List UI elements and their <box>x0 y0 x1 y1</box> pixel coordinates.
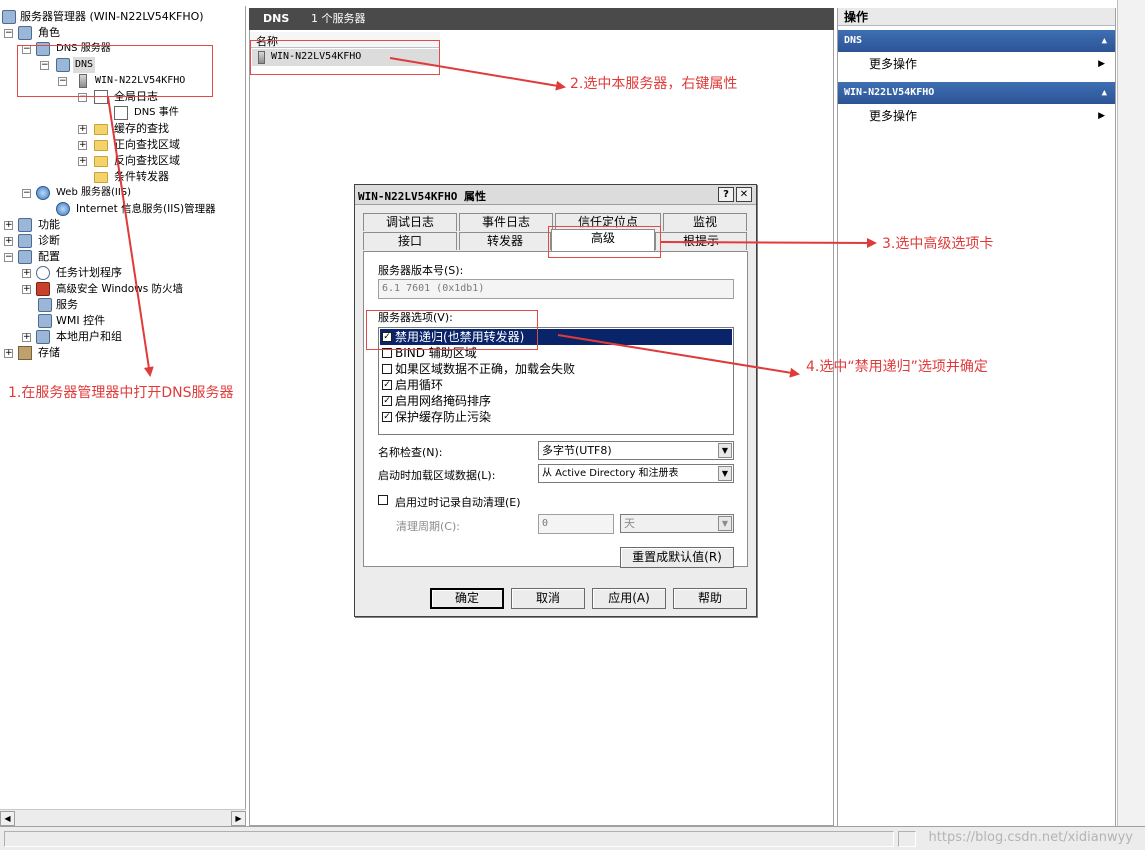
expand-icon[interactable]: + <box>4 237 13 246</box>
results-title: DNS <box>263 12 290 25</box>
option-round-robin[interactable]: ✓ 启用循环 <box>380 377 732 393</box>
tab-advanced[interactable]: 高级 <box>551 229 655 251</box>
period-label: 清理周期(C): <box>396 520 460 533</box>
option-netmask-ordering[interactable]: ✓ 启用网络掩码排序 <box>380 393 732 409</box>
expand-icon[interactable]: + <box>4 349 13 358</box>
iis-manager-icon <box>56 202 70 216</box>
name-check-label: 名称检查(N): <box>378 446 443 459</box>
expand-icon[interactable]: + <box>78 141 87 150</box>
expand-icon[interactable]: + <box>78 125 87 134</box>
expand-icon[interactable]: + <box>78 157 87 166</box>
collapse-icon[interactable]: − <box>4 29 13 38</box>
event-log-icon <box>114 106 128 120</box>
tab-event-log[interactable]: 事件日志 <box>459 213 553 231</box>
wmi-icon <box>38 314 52 328</box>
tab-monitoring[interactable]: 监视 <box>663 213 747 231</box>
window-edge <box>1117 0 1145 826</box>
more-actions-dns[interactable]: 更多操作 ▶ <box>838 52 1115 76</box>
status-segment <box>4 831 894 847</box>
dialog-titlebar[interactable]: WIN-N22LV54KFHO 属性 ? ✕ <box>355 185 756 205</box>
reset-defaults-button[interactable]: 重置成默认值(R) <box>620 547 734 568</box>
submenu-arrow-icon: ▶ <box>1098 111 1105 121</box>
actions-pane: 操作 DNS ▲ 更多操作 ▶ WIN-N22LV54KFHO ▲ 更多操作 ▶ <box>837 8 1116 826</box>
configuration-icon <box>18 250 32 264</box>
expand-icon[interactable]: + <box>4 221 13 230</box>
results-count: 1 个服务器 <box>311 12 366 25</box>
ok-button[interactable]: 确定 <box>430 588 504 609</box>
folder-icon <box>94 156 108 167</box>
cancel-button[interactable]: 取消 <box>511 588 585 609</box>
task-scheduler-icon <box>36 266 50 280</box>
annotation-step3: 3.选中高级选项卡 <box>882 236 994 252</box>
web-server-icon <box>36 186 50 200</box>
checkbox-unchecked-icon[interactable] <box>378 495 388 505</box>
users-groups-icon <box>36 330 50 344</box>
version-label: 服务器版本号(S): <box>378 264 464 277</box>
folder-icon <box>94 140 108 151</box>
folder-icon <box>94 124 108 135</box>
expand-icon[interactable]: + <box>22 285 31 294</box>
roles-icon <box>18 26 32 40</box>
checkbox-checked-icon[interactable]: ✓ <box>382 380 392 390</box>
results-header: DNS 1 个服务器 <box>249 8 834 30</box>
actions-section-dns[interactable]: DNS ▲ <box>838 30 1115 52</box>
tab-root-hints[interactable]: 根提示 <box>655 232 747 250</box>
load-zone-label: 启动时加载区域数据(L): <box>378 469 496 482</box>
checkbox-checked-icon[interactable]: ✓ <box>382 412 392 422</box>
help-icon[interactable]: ? <box>718 187 734 202</box>
properties-dialog: WIN-N22LV54KFHO 属性 ? ✕ 调试日志 事件日志 信任定位点 监… <box>354 184 757 617</box>
option-fail-on-bad-zone[interactable]: 如果区域数据不正确，加载会失败 <box>380 361 732 377</box>
name-check-select[interactable]: 多字节(UTF8) ▼ <box>538 441 734 460</box>
tab-debug-log[interactable]: 调试日志 <box>363 213 457 231</box>
server-manager-icon <box>2 10 16 24</box>
more-actions-server[interactable]: 更多操作 ▶ <box>838 104 1115 128</box>
expand-icon[interactable]: + <box>22 269 31 278</box>
tab-forwarders[interactable]: 转发器 <box>459 232 551 250</box>
tree-horizontal-scrollbar[interactable]: ◀ ▶ <box>0 809 246 826</box>
dropdown-arrow-icon: ▼ <box>718 516 732 531</box>
highlight-box-server <box>250 40 440 75</box>
highlight-box-disable-recursion <box>366 310 538 350</box>
navigation-tree: 服务器管理器 (WIN-N22LV54KFHO) − 角色 − DNS 服务器 … <box>0 6 246 826</box>
annotation-step2: 2.选中本服务器，右键属性 <box>570 76 738 92</box>
checkbox-checked-icon[interactable]: ✓ <box>382 396 392 406</box>
watermark-text: https://blog.csdn.net/xidianwyy <box>928 830 1133 845</box>
services-icon <box>38 298 52 312</box>
folder-icon <box>94 172 108 183</box>
actions-title: 操作 <box>838 8 1115 26</box>
period-unit-select: 天 ▼ <box>620 514 734 533</box>
submenu-arrow-icon: ▶ <box>1098 59 1105 69</box>
collapse-icon[interactable]: − <box>22 189 31 198</box>
dialog-title: WIN-N22LV54KFHO 属性 <box>358 190 486 203</box>
collapse-icon[interactable]: − <box>4 253 13 262</box>
collapse-up-icon[interactable]: ▲ <box>1102 30 1107 52</box>
status-segment <box>898 831 916 847</box>
dropdown-arrow-icon[interactable]: ▼ <box>718 466 732 481</box>
annotation-step4: 4.选中“禁用递归”选项并确定 <box>806 359 988 375</box>
scroll-left-icon[interactable]: ◀ <box>0 811 15 826</box>
status-bar: https://blog.csdn.net/xidianwyy <box>0 826 1145 850</box>
expand-icon[interactable]: + <box>22 333 31 342</box>
option-secure-cache[interactable]: ✓ 保护缓存防止污染 <box>380 409 732 425</box>
features-icon <box>18 218 32 232</box>
annotation-step1: 1.在服务器管理器中打开DNS服务器 <box>8 385 234 401</box>
advanced-tab-panel: 服务器版本号(S): 6.1 7601 (0x1db1) 服务器选项(V): ✓… <box>363 251 748 568</box>
version-field: 6.1 7601 (0x1db1) <box>378 279 734 299</box>
storage-icon <box>18 346 32 360</box>
collapse-up-icon[interactable]: ▲ <box>1102 82 1107 104</box>
scavenging-option[interactable]: 启用过时记录自动清理(E) <box>378 494 638 509</box>
highlight-box-dns <box>17 45 213 97</box>
period-field: 0 <box>538 514 614 534</box>
close-icon[interactable]: ✕ <box>736 187 752 202</box>
dropdown-arrow-icon[interactable]: ▼ <box>718 443 732 458</box>
firewall-icon <box>36 282 50 296</box>
scroll-right-icon[interactable]: ▶ <box>231 811 246 826</box>
checkbox-unchecked-icon[interactable] <box>382 364 392 374</box>
load-zone-select[interactable]: 从 Active Directory 和注册表 ▼ <box>538 464 734 483</box>
actions-section-server[interactable]: WIN-N22LV54KFHO ▲ <box>838 82 1115 104</box>
tab-interfaces[interactable]: 接口 <box>363 232 457 250</box>
apply-button[interactable]: 应用(A) <box>592 588 666 609</box>
help-button[interactable]: 帮助 <box>673 588 747 609</box>
diagnostics-icon <box>18 234 32 248</box>
